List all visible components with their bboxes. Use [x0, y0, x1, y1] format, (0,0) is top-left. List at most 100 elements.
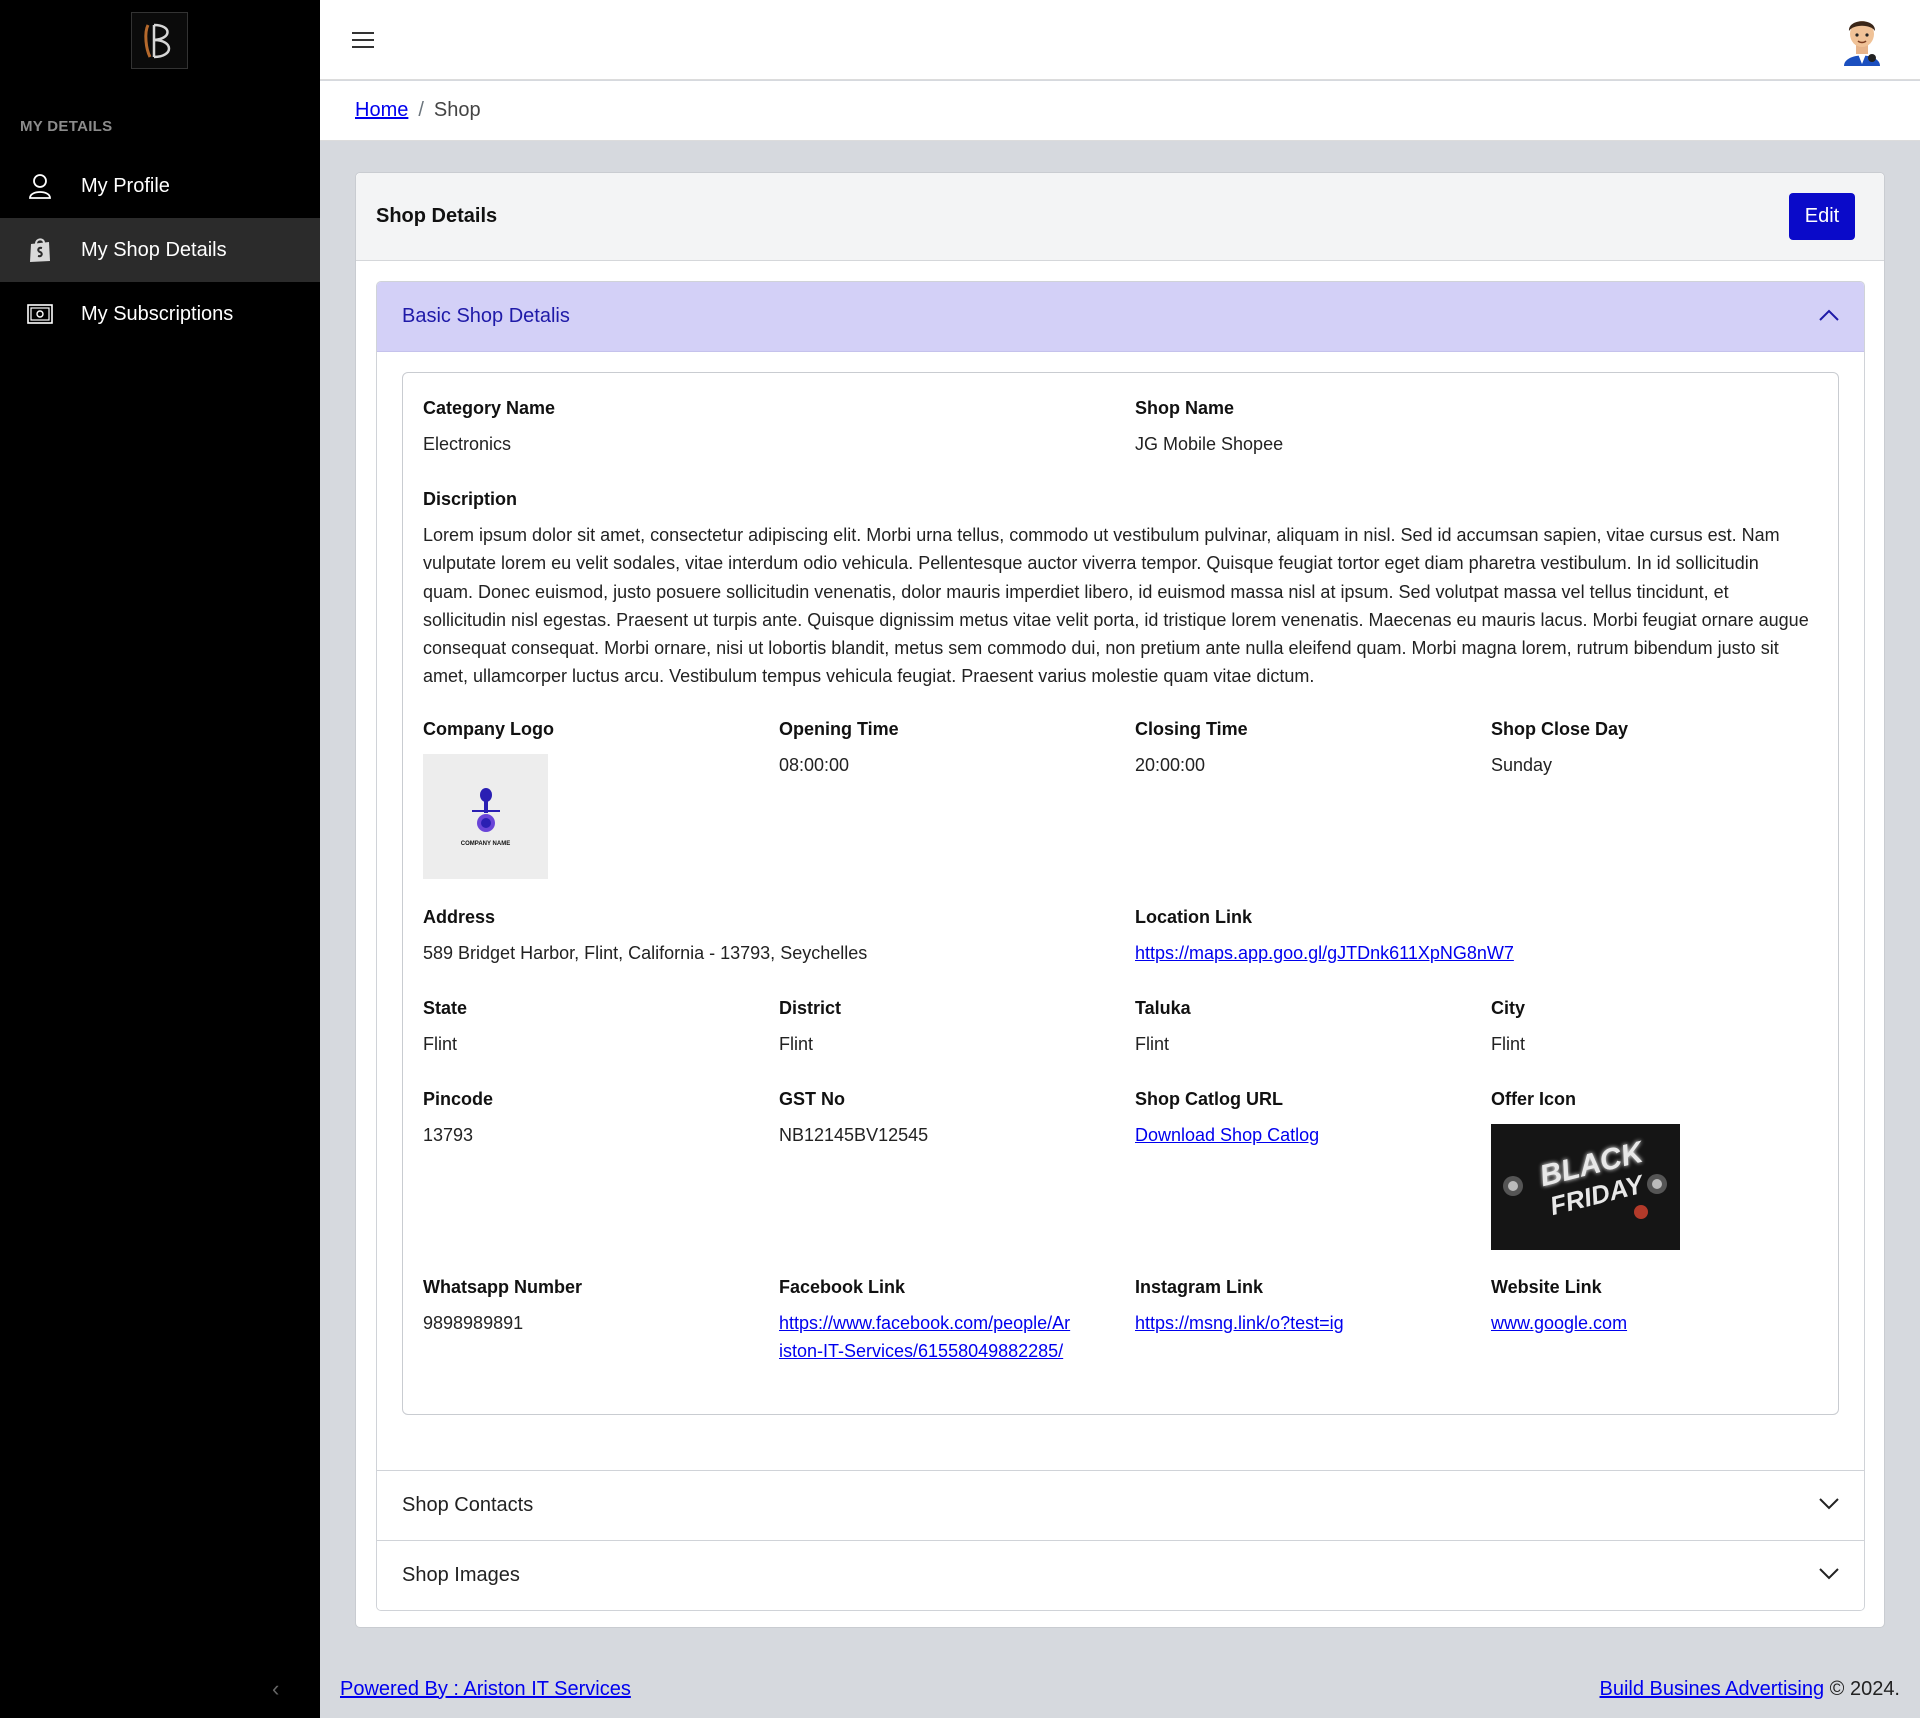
- chevron-down-icon: [1818, 1494, 1840, 1517]
- breadcrumb-home-link[interactable]: Home: [355, 99, 408, 122]
- field-label: Company Logo: [423, 719, 554, 739]
- location-link[interactable]: https://maps.app.goo.gl/gJTDnk611XpNG8nW…: [1135, 943, 1514, 963]
- card-title: Shop Details: [376, 205, 498, 227]
- user-icon: [26, 172, 54, 200]
- breadcrumb-separator: /: [418, 99, 424, 121]
- company-logo-image: COMPANY NAME: [423, 754, 548, 879]
- facebook-link[interactable]: https://www.facebook.com/people/Ar iston…: [779, 1309, 1070, 1365]
- field-label: Shop Name: [1135, 398, 1235, 418]
- sidebar-item-my-subscriptions[interactable]: My Subscriptions: [0, 282, 320, 346]
- chevron-up-icon: [1818, 305, 1840, 328]
- field-label: GST No: [779, 1089, 845, 1109]
- field-label: Discription: [423, 489, 518, 509]
- sidebar-item-label: My Shop Details: [81, 238, 227, 261]
- instagram-link[interactable]: https://msng.link/o?test=ig: [1135, 1313, 1344, 1333]
- field-label: Closing Time: [1135, 719, 1248, 739]
- company-logo-text: COMPANY NAME: [460, 840, 511, 847]
- hamburger-menu-icon[interactable]: [352, 26, 374, 54]
- field-address: Address 589 Bridget Harbor, Flint, Calif…: [423, 906, 867, 967]
- chevron-down-icon: [1818, 1564, 1840, 1587]
- field-value: Flint: [423, 1034, 458, 1054]
- accordion-contacts-title: Shop Contacts: [402, 1494, 534, 1516]
- field-opening-time: Opening Time 08:00:00: [779, 718, 899, 779]
- field-district: District Flint: [779, 997, 841, 1058]
- facebook-link-line-1: https://www.facebook.com/people/Ar: [779, 1313, 1071, 1333]
- field-label: City: [1491, 998, 1526, 1018]
- field-instagram: Instagram Link https://msng.link/o?test=…: [1135, 1276, 1344, 1337]
- field-label: Shop Catlog URL: [1135, 1089, 1283, 1109]
- chevron-left-icon[interactable]: ‹: [272, 1676, 279, 1702]
- field-value: Flint: [1491, 1034, 1526, 1054]
- facebook-link-line-2: iston-IT-Services/61558049882285/: [779, 1341, 1064, 1361]
- field-value: Electronics: [423, 434, 512, 454]
- field-value: 08:00:00: [779, 755, 850, 775]
- accordion-basic-body: Category Name Electronics Shop Name JG M…: [377, 352, 1864, 1470]
- sidebar-item-label: My Profile: [81, 174, 170, 197]
- edit-button[interactable]: Edit: [1789, 193, 1855, 240]
- card-header: Shop Details Edit: [356, 173, 1884, 261]
- top-header: [320, 0, 1920, 80]
- field-label: Opening Time: [779, 719, 899, 739]
- field-label: State: [423, 998, 468, 1018]
- brand-link[interactable]: Build Busines Advertising: [1600, 1678, 1825, 1700]
- field-label: Address: [423, 907, 496, 927]
- field-gst: GST No NB12145BV12545: [779, 1088, 928, 1149]
- money-icon: [26, 300, 54, 328]
- field-value: 13793: [423, 1125, 474, 1145]
- field-label: Pincode: [423, 1089, 494, 1109]
- field-website: Website Link www.google.com: [1491, 1276, 1627, 1337]
- field-value: 589 Bridget Harbor, Flint, California - …: [423, 943, 868, 963]
- field-whatsapp: Whatsapp Number 9898989891: [423, 1276, 582, 1337]
- field-label: Offer Icon: [1491, 1089, 1577, 1109]
- accordion-images-header[interactable]: Shop Images: [377, 1540, 1864, 1610]
- field-value: Flint: [779, 1034, 814, 1054]
- field-label: Shop Close Day: [1491, 719, 1629, 739]
- accordion-images-title: Shop Images: [402, 1564, 520, 1586]
- accordion-contacts-header[interactable]: Shop Contacts: [377, 1470, 1864, 1540]
- field-label: Location Link: [1135, 907, 1252, 927]
- field-label: Category Name: [423, 398, 556, 418]
- sidebar: MY DETAILS My Profile My Shop Details My…: [0, 0, 320, 1718]
- field-taluka: Taluka Flint: [1135, 997, 1191, 1058]
- shop-accordion: Basic Shop Detalis Category Name Electro…: [376, 281, 1865, 1611]
- field-label: Instagram Link: [1135, 1277, 1264, 1297]
- copyright-text: © 2024.: [1824, 1677, 1900, 1700]
- field-label: Facebook Link: [779, 1277, 906, 1297]
- field-city: City Flint: [1491, 997, 1525, 1058]
- shop-bag-icon: [26, 236, 54, 264]
- field-pincode: Pincode 13793: [423, 1088, 493, 1149]
- website-link[interactable]: www.google.com: [1491, 1313, 1627, 1333]
- sidebar-item-my-profile[interactable]: My Profile: [0, 154, 320, 218]
- field-label: Whatsapp Number: [423, 1277, 583, 1297]
- sidebar-nav: My Profile My Shop Details My Subscripti…: [0, 154, 320, 346]
- field-category: Category Name Electronics: [423, 397, 555, 458]
- breadcrumb: Home / Shop: [320, 81, 1920, 141]
- field-shop-name: Shop Name JG Mobile Shopee: [1135, 397, 1283, 458]
- brand-logo[interactable]: [131, 12, 188, 69]
- breadcrumb-current: Shop: [433, 99, 481, 121]
- download-catalog-link[interactable]: Download Shop Catlog: [1135, 1125, 1319, 1145]
- field-company-logo: Company Logo COMPANY NAME: [423, 718, 554, 879]
- field-value: Lorem ipsum dolor sit amet, consectetur …: [423, 525, 1809, 687]
- accordion-basic-title: Basic Shop Detalis: [402, 305, 570, 327]
- field-value: Flint: [1135, 1034, 1170, 1054]
- field-offer-icon: Offer Icon BLACK FRIDAY: [1491, 1088, 1680, 1250]
- field-label: Website Link: [1491, 1277, 1602, 1297]
- sidebar-item-my-shop-details[interactable]: My Shop Details: [0, 218, 320, 282]
- field-label: District: [779, 998, 842, 1018]
- field-value: 9898989891: [423, 1313, 524, 1333]
- field-label: Taluka: [1135, 998, 1191, 1018]
- field-facebook: Facebook Link https://www.facebook.com/p…: [779, 1276, 1070, 1365]
- sidebar-section-title: MY DETAILS: [20, 118, 113, 135]
- field-value: JG Mobile Shopee: [1135, 434, 1284, 454]
- field-value: 20:00:00: [1135, 755, 1206, 775]
- page-footer: Powered By : Ariston IT Services Build B…: [320, 1660, 1920, 1718]
- powered-by-link[interactable]: Powered By : Ariston IT Services: [340, 1678, 631, 1701]
- user-avatar[interactable]: [1838, 14, 1886, 66]
- field-value: NB12145BV12545: [779, 1125, 929, 1145]
- sidebar-item-label: My Subscriptions: [81, 302, 234, 325]
- details-panel: Category Name Electronics Shop Name JG M…: [402, 372, 1839, 1415]
- accordion-basic-header[interactable]: Basic Shop Detalis: [377, 282, 1864, 352]
- field-location-link: Location Link https://maps.app.goo.gl/gJ…: [1135, 906, 1514, 967]
- footer-copyright: Build Busines Advertising © 2024.: [1600, 1678, 1900, 1701]
